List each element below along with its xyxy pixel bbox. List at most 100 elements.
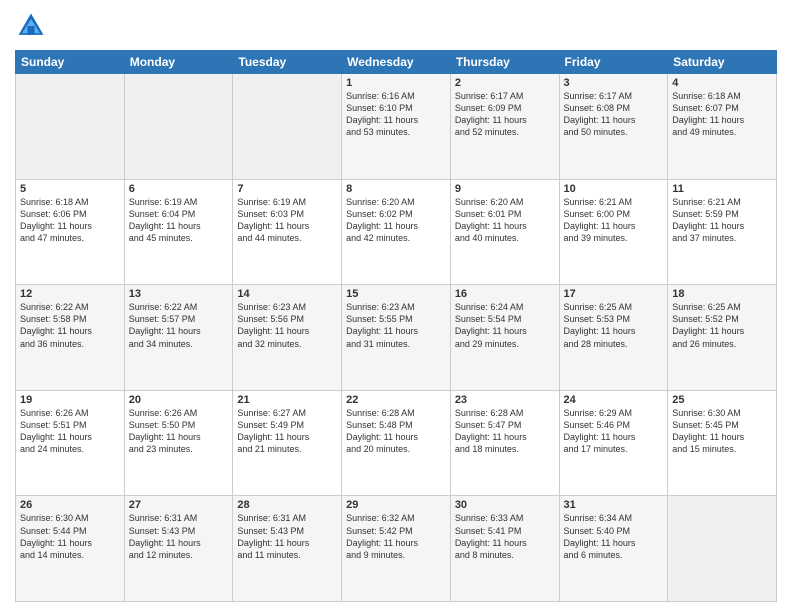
calendar-week-row: 19Sunrise: 6:26 AM Sunset: 5:51 PM Dayli… [16, 390, 777, 496]
calendar-cell: 22Sunrise: 6:28 AM Sunset: 5:48 PM Dayli… [342, 390, 451, 496]
page: Sunday Monday Tuesday Wednesday Thursday… [0, 0, 792, 612]
day-info: Sunrise: 6:20 AM Sunset: 6:01 PM Dayligh… [455, 196, 555, 245]
day-info: Sunrise: 6:20 AM Sunset: 6:02 PM Dayligh… [346, 196, 446, 245]
calendar-cell: 3Sunrise: 6:17 AM Sunset: 6:08 PM Daylig… [559, 74, 668, 180]
col-saturday: Saturday [668, 51, 777, 74]
day-number: 10 [564, 183, 664, 195]
day-info: Sunrise: 6:23 AM Sunset: 5:56 PM Dayligh… [237, 301, 337, 350]
day-info: Sunrise: 6:22 AM Sunset: 5:57 PM Dayligh… [129, 301, 229, 350]
day-number: 8 [346, 183, 446, 195]
calendar-cell: 21Sunrise: 6:27 AM Sunset: 5:49 PM Dayli… [233, 390, 342, 496]
day-info: Sunrise: 6:30 AM Sunset: 5:44 PM Dayligh… [20, 512, 120, 561]
day-number: 18 [672, 288, 772, 300]
day-number: 14 [237, 288, 337, 300]
calendar-cell: 7Sunrise: 6:19 AM Sunset: 6:03 PM Daylig… [233, 179, 342, 285]
calendar-week-row: 1Sunrise: 6:16 AM Sunset: 6:10 PM Daylig… [16, 74, 777, 180]
calendar-week-row: 5Sunrise: 6:18 AM Sunset: 6:06 PM Daylig… [16, 179, 777, 285]
calendar-cell: 15Sunrise: 6:23 AM Sunset: 5:55 PM Dayli… [342, 285, 451, 391]
calendar-cell [124, 74, 233, 180]
day-info: Sunrise: 6:34 AM Sunset: 5:40 PM Dayligh… [564, 512, 664, 561]
day-info: Sunrise: 6:30 AM Sunset: 5:45 PM Dayligh… [672, 407, 772, 456]
day-info: Sunrise: 6:18 AM Sunset: 6:06 PM Dayligh… [20, 196, 120, 245]
calendar-cell: 29Sunrise: 6:32 AM Sunset: 5:42 PM Dayli… [342, 496, 451, 602]
day-info: Sunrise: 6:33 AM Sunset: 5:41 PM Dayligh… [455, 512, 555, 561]
logo [15, 10, 51, 42]
day-info: Sunrise: 6:26 AM Sunset: 5:50 PM Dayligh… [129, 407, 229, 456]
day-number: 7 [237, 183, 337, 195]
day-info: Sunrise: 6:19 AM Sunset: 6:03 PM Dayligh… [237, 196, 337, 245]
calendar-cell: 20Sunrise: 6:26 AM Sunset: 5:50 PM Dayli… [124, 390, 233, 496]
calendar-cell: 2Sunrise: 6:17 AM Sunset: 6:09 PM Daylig… [450, 74, 559, 180]
day-info: Sunrise: 6:17 AM Sunset: 6:08 PM Dayligh… [564, 90, 664, 139]
col-thursday: Thursday [450, 51, 559, 74]
day-info: Sunrise: 6:21 AM Sunset: 5:59 PM Dayligh… [672, 196, 772, 245]
day-number: 4 [672, 77, 772, 89]
day-info: Sunrise: 6:19 AM Sunset: 6:04 PM Dayligh… [129, 196, 229, 245]
day-number: 15 [346, 288, 446, 300]
day-number: 28 [237, 499, 337, 511]
calendar-cell: 17Sunrise: 6:25 AM Sunset: 5:53 PM Dayli… [559, 285, 668, 391]
day-number: 3 [564, 77, 664, 89]
calendar-cell: 11Sunrise: 6:21 AM Sunset: 5:59 PM Dayli… [668, 179, 777, 285]
calendar-cell: 12Sunrise: 6:22 AM Sunset: 5:58 PM Dayli… [16, 285, 125, 391]
calendar-cell: 30Sunrise: 6:33 AM Sunset: 5:41 PM Dayli… [450, 496, 559, 602]
calendar-cell [233, 74, 342, 180]
day-number: 2 [455, 77, 555, 89]
day-info: Sunrise: 6:24 AM Sunset: 5:54 PM Dayligh… [455, 301, 555, 350]
calendar: Sunday Monday Tuesday Wednesday Thursday… [15, 50, 777, 602]
day-info: Sunrise: 6:21 AM Sunset: 6:00 PM Dayligh… [564, 196, 664, 245]
col-monday: Monday [124, 51, 233, 74]
day-number: 25 [672, 394, 772, 406]
day-info: Sunrise: 6:29 AM Sunset: 5:46 PM Dayligh… [564, 407, 664, 456]
day-number: 19 [20, 394, 120, 406]
day-number: 1 [346, 77, 446, 89]
day-number: 17 [564, 288, 664, 300]
col-wednesday: Wednesday [342, 51, 451, 74]
calendar-cell: 25Sunrise: 6:30 AM Sunset: 5:45 PM Dayli… [668, 390, 777, 496]
calendar-cell: 5Sunrise: 6:18 AM Sunset: 6:06 PM Daylig… [16, 179, 125, 285]
calendar-cell: 14Sunrise: 6:23 AM Sunset: 5:56 PM Dayli… [233, 285, 342, 391]
header [15, 10, 777, 42]
day-number: 5 [20, 183, 120, 195]
calendar-cell: 4Sunrise: 6:18 AM Sunset: 6:07 PM Daylig… [668, 74, 777, 180]
day-number: 9 [455, 183, 555, 195]
day-info: Sunrise: 6:28 AM Sunset: 5:48 PM Dayligh… [346, 407, 446, 456]
calendar-cell: 8Sunrise: 6:20 AM Sunset: 6:02 PM Daylig… [342, 179, 451, 285]
calendar-header-row: Sunday Monday Tuesday Wednesday Thursday… [16, 51, 777, 74]
day-number: 31 [564, 499, 664, 511]
day-info: Sunrise: 6:25 AM Sunset: 5:53 PM Dayligh… [564, 301, 664, 350]
calendar-cell: 16Sunrise: 6:24 AM Sunset: 5:54 PM Dayli… [450, 285, 559, 391]
calendar-cell: 13Sunrise: 6:22 AM Sunset: 5:57 PM Dayli… [124, 285, 233, 391]
calendar-cell: 19Sunrise: 6:26 AM Sunset: 5:51 PM Dayli… [16, 390, 125, 496]
day-number: 30 [455, 499, 555, 511]
calendar-cell: 9Sunrise: 6:20 AM Sunset: 6:01 PM Daylig… [450, 179, 559, 285]
calendar-week-row: 26Sunrise: 6:30 AM Sunset: 5:44 PM Dayli… [16, 496, 777, 602]
day-number: 26 [20, 499, 120, 511]
calendar-cell: 6Sunrise: 6:19 AM Sunset: 6:04 PM Daylig… [124, 179, 233, 285]
day-number: 29 [346, 499, 446, 511]
calendar-cell: 28Sunrise: 6:31 AM Sunset: 5:43 PM Dayli… [233, 496, 342, 602]
calendar-cell: 10Sunrise: 6:21 AM Sunset: 6:00 PM Dayli… [559, 179, 668, 285]
day-info: Sunrise: 6:18 AM Sunset: 6:07 PM Dayligh… [672, 90, 772, 139]
day-info: Sunrise: 6:17 AM Sunset: 6:09 PM Dayligh… [455, 90, 555, 139]
day-number: 6 [129, 183, 229, 195]
day-info: Sunrise: 6:23 AM Sunset: 5:55 PM Dayligh… [346, 301, 446, 350]
calendar-week-row: 12Sunrise: 6:22 AM Sunset: 5:58 PM Dayli… [16, 285, 777, 391]
day-number: 23 [455, 394, 555, 406]
day-number: 16 [455, 288, 555, 300]
calendar-cell: 24Sunrise: 6:29 AM Sunset: 5:46 PM Dayli… [559, 390, 668, 496]
col-friday: Friday [559, 51, 668, 74]
day-number: 24 [564, 394, 664, 406]
day-info: Sunrise: 6:16 AM Sunset: 6:10 PM Dayligh… [346, 90, 446, 139]
calendar-cell [668, 496, 777, 602]
calendar-cell [16, 74, 125, 180]
day-number: 27 [129, 499, 229, 511]
day-number: 11 [672, 183, 772, 195]
day-info: Sunrise: 6:27 AM Sunset: 5:49 PM Dayligh… [237, 407, 337, 456]
day-number: 20 [129, 394, 229, 406]
calendar-cell: 23Sunrise: 6:28 AM Sunset: 5:47 PM Dayli… [450, 390, 559, 496]
day-info: Sunrise: 6:31 AM Sunset: 5:43 PM Dayligh… [237, 512, 337, 561]
day-number: 12 [20, 288, 120, 300]
day-number: 21 [237, 394, 337, 406]
col-tuesday: Tuesday [233, 51, 342, 74]
